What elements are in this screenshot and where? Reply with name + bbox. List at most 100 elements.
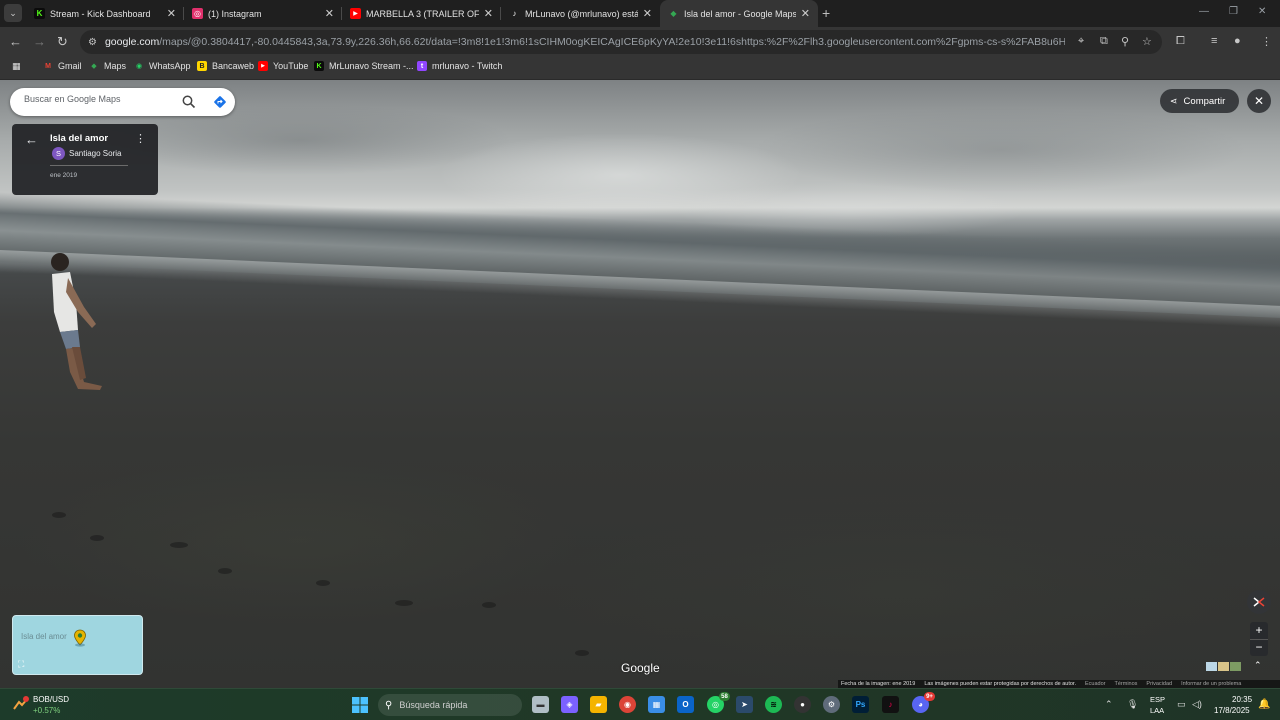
maximize-icon[interactable]: ❐ [1229, 6, 1238, 17]
folder-icon[interactable]: ▰ [590, 696, 607, 713]
outlook-icon[interactable]: O [677, 696, 694, 713]
tab-google-maps[interactable]: ◆ Isla del amor - Google Maps ✕ [660, 0, 818, 27]
arrow-app-icon[interactable]: ➤ [736, 696, 753, 713]
tiktok-icon[interactable]: ♪ [882, 696, 899, 713]
compass-button[interactable] [1247, 590, 1271, 614]
discord-icon[interactable]: ◕ 9+ [912, 692, 935, 713]
avatar[interactable]: S [52, 147, 65, 160]
layer-thumbnails[interactable] [1206, 662, 1241, 671]
stock-name[interactable]: BOB/USD [33, 695, 69, 704]
country-link[interactable]: Ecuador [1085, 681, 1106, 687]
site-info-icon[interactable]: ⚙ [88, 37, 97, 48]
clock-time[interactable]: 20:35 [1232, 695, 1252, 704]
whatsapp-icon[interactable]: ◎ 58 [707, 692, 730, 713]
zoom-in-button[interactable]: + [1250, 622, 1268, 639]
close-icon[interactable]: ✕ [643, 7, 652, 20]
zoom-icon[interactable]: ⚲ [1121, 35, 1129, 48]
bookmark-twitch[interactable]: t mrlunavo - Twitch [417, 61, 502, 71]
copilot-icon[interactable]: ◈ [561, 696, 578, 713]
map-pin-icon [74, 629, 86, 647]
minimize-icon[interactable]: — [1199, 6, 1209, 17]
clock-date[interactable]: 17/8/2025 [1214, 706, 1250, 715]
notification-bell-icon[interactable]: 🔔 [1258, 699, 1270, 710]
keyboard-layout[interactable]: LAA [1150, 706, 1164, 715]
close-icon[interactable]: ✕ [801, 7, 810, 20]
bookmarks-bar: ▦ M Gmail ◆ Maps ◉ WhatsApp B Bancaweb ▶ YouT… [0, 57, 1280, 80]
tab-tiktok-mrlunavo[interactable]: ♪ MrLunavo (@mrlunavo) está LIV ✕ [501, 0, 660, 27]
bookmark-gmail[interactable]: M Gmail [43, 61, 81, 71]
bookmark-star-icon[interactable]: ☆ [1142, 35, 1152, 48]
url-host: google.com [104, 36, 160, 48]
footprint [316, 580, 330, 586]
privacy-link[interactable]: Privacidad [1146, 681, 1172, 687]
forward-icon[interactable]: → [33, 34, 46, 50]
tab-title: Isla del amor - Google Maps [684, 8, 796, 19]
close-street-view-button[interactable]: ✕ [1247, 89, 1271, 113]
footprint [482, 602, 496, 608]
search-icon[interactable] [181, 94, 197, 110]
extensions-icon[interactable]: ⧠ [1176, 35, 1185, 48]
windows-start-icon[interactable] [352, 697, 368, 713]
tab-instagram[interactable]: ◎ (1) Instagram ✕ [184, 0, 342, 27]
tab-youtube-marbella[interactable]: ▶ MARBELLA 3 (TRAILER OFICIAL ✕ [342, 0, 501, 27]
photo-author[interactable]: Santiago Soria [69, 149, 121, 158]
menu-icon[interactable]: ⋮ [1261, 35, 1272, 48]
minimap[interactable]: Isla del amor ⛶ [12, 615, 143, 675]
github-icon[interactable]: ● [794, 696, 811, 713]
taskbar-search[interactable]: ⚲ Búsqueda rápida [378, 694, 522, 716]
plus-icon[interactable]: + [822, 5, 830, 21]
media-controls-icon[interactable]: ≡ [1211, 35, 1217, 47]
bookmark-whatsapp[interactable]: ◉ WhatsApp [134, 61, 191, 71]
discord-glyph: ◕ [918, 700, 923, 709]
input-language[interactable]: ESP [1150, 695, 1165, 704]
chevron-up-icon[interactable]: ⌃ [1254, 660, 1262, 671]
microphone-icon[interactable]: 🎙 [1127, 699, 1138, 710]
close-icon[interactable]: ✕ [167, 7, 176, 20]
report-problem-link[interactable]: Informar de un problema [1181, 681, 1241, 687]
more-options-icon[interactable]: ⋮ [135, 132, 146, 145]
zoom-out-button[interactable]: − [1250, 639, 1268, 656]
file-explorer-icon[interactable]: ▬ [532, 696, 549, 713]
profile-icon[interactable]: ● [1234, 35, 1241, 47]
back-arrow-icon[interactable]: ← [25, 132, 38, 147]
share-button[interactable]: ⋖ Compartir [1160, 89, 1239, 113]
address-bar[interactable]: ⚙ google.com/maps/@0.3804417,-80.0445843… [80, 30, 1162, 54]
bookmark-label: Maps [104, 61, 127, 71]
bookmark-maps[interactable]: ◆ Maps [89, 61, 126, 71]
expand-icon[interactable]: ⛶ [18, 659, 30, 671]
store-icon[interactable]: ▦ [648, 696, 665, 713]
bookmark-youtube[interactable]: ▶ YouTube [258, 61, 308, 71]
terms-link[interactable]: Términos [1114, 681, 1137, 687]
close-icon[interactable]: ✕ [325, 7, 334, 20]
reload-icon[interactable]: ↻ [57, 34, 68, 50]
back-icon[interactable]: ← [9, 34, 22, 50]
photoshop-icon[interactable]: Ps [852, 696, 869, 713]
url-text[interactable]: google.com/maps/@0.3804417,-80.0445843,3… [105, 36, 1065, 48]
chevron-up-icon[interactable]: ⌃ [1105, 699, 1113, 710]
whatsapp-glyph: ◎ [712, 700, 719, 709]
bookmark-kick-stream[interactable]: K MrLunavo Stream -... [314, 61, 414, 71]
layer-thumb[interactable] [1218, 662, 1229, 671]
google-maps-icon: ◆ [670, 9, 677, 18]
location-icon[interactable]: ⌖ [1078, 35, 1084, 48]
street-view-panorama[interactable]: ← Isla del amor ⋮ S Santiago Soria ene 2… [0, 80, 1280, 688]
layer-thumb[interactable] [1206, 662, 1217, 671]
apps-grid-icon[interactable]: ▦ [12, 61, 21, 72]
close-icon[interactable]: ✕ [484, 7, 493, 20]
directions-icon[interactable] [213, 95, 227, 109]
network-icon[interactable]: ▭ [1177, 699, 1186, 710]
bookmark-bancaweb[interactable]: B Bancaweb [197, 61, 254, 71]
tab-kick-dashboard[interactable]: K Stream - Kick Dashboard ✕ [26, 0, 184, 27]
volume-icon[interactable]: ◁) [1192, 699, 1202, 710]
chrome-icon[interactable]: ◉ [619, 696, 636, 713]
layer-thumb[interactable] [1230, 662, 1241, 671]
install-app-icon[interactable]: ⧉ [1100, 35, 1108, 48]
tab-search-button[interactable]: ⌄ [4, 4, 22, 22]
footprint [218, 568, 232, 574]
stock-widget-icon[interactable] [12, 695, 30, 713]
share-icon: ⋖ [1170, 95, 1178, 106]
search-input[interactable] [24, 94, 174, 104]
spotify-icon[interactable]: ≋ [765, 696, 782, 713]
settings-icon[interactable]: ⚙ [823, 696, 840, 713]
window-close-icon[interactable]: ✕ [1258, 6, 1266, 17]
